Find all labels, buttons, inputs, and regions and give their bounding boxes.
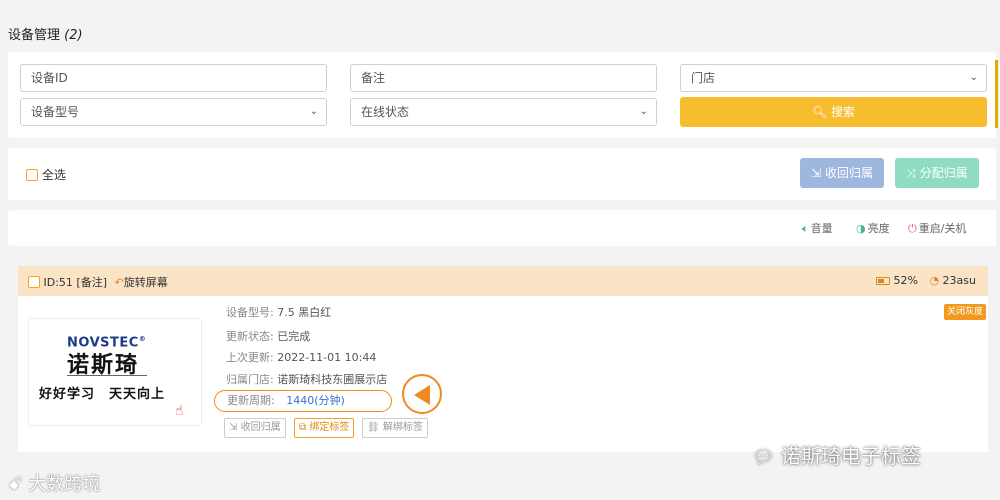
brightness-button[interactable]: ◑ 亮度 [856,220,890,236]
online-status-select[interactable]: 在线状态 ⌄ [350,98,657,126]
rotate-screen-button[interactable]: 旋转屏幕 [124,276,168,289]
brightness-label: 亮度 [867,222,890,235]
assign-ownership-label: 分配归属 [919,166,968,180]
info-label: 上次更新: [226,351,274,364]
device-checkbox[interactable] [28,276,40,288]
device-toolbar: 🔈︎ 音量 ◑ 亮度 ⏻ 重启/关机 [8,210,996,246]
watermark-logo-icon: ꗃ [8,474,23,495]
device-card-header: ID:51 [备注] ↶旋转屏幕 52% ◔ 23asu [18,266,988,296]
select-bar: 全选 ⇲ 收回归属 ⤨ 分配归属 [8,148,996,200]
online-status-label: 在线状态 [361,105,410,119]
info-label: 归属门店: [226,373,274,386]
device-count: (2) [64,28,83,43]
update-period-value[interactable]: 1440(分钟) [286,394,345,407]
volume-label: 音量 [810,222,833,235]
checkbox-icon [26,169,38,181]
power-icon: ⏻ [908,222,917,235]
rotate-icon[interactable]: ↶ [115,276,124,289]
arrow-left-icon [402,374,442,414]
info-last-update: 上次更新: 2022-11-01 10:44 [226,349,376,365]
chevron-down-icon: ⌄ [639,106,648,117]
watermark-right-text: 诺斯琦电子标签 [780,444,921,468]
shuffle-icon: ⤨ [906,166,916,180]
signal-label: 23asu [942,274,976,287]
link-icon: ⧉ [299,422,307,433]
store-select[interactable]: 门店 ⌄ [680,64,987,92]
watermark-right: 💬︎ 诺斯琦电子标签 [752,440,921,469]
chevron-down-icon: ⌄ [969,72,978,83]
search-button[interactable]: 🔍︎ 搜索 [680,97,987,127]
update-period: 更新周期: 1440(分钟) [214,390,392,412]
device-header-left: ID:51 [备注] ↶旋转屏幕 [28,274,168,290]
scroll-edge [995,60,998,128]
unlink-icon: ⛓ [367,422,380,433]
bind-tag-button[interactable]: ⧉ 绑定标签 [294,418,355,438]
info-value: 7.5 黑白红 [277,306,332,319]
restart-button[interactable]: ⏻ 重启/关机 [908,220,966,236]
restart-label: 重启/关机 [918,222,967,235]
recover-ownership-small-button[interactable]: ⇲ 收回归属 [224,418,286,438]
remark-input[interactable]: 备注 [350,64,657,92]
close-grayscale-button[interactable]: 关闭灰度 [943,304,986,320]
device-card-body: 关闭灰度 NOVSTEC® 诺斯琦 好好学习 天天向上 ☝︎ 设备型号: 7.5… [18,296,988,452]
info-update-status: 更新状态: 已完成 [226,328,310,344]
recover-icon: ⇲ [229,422,238,433]
info-value: 已完成 [277,330,311,343]
volume-button[interactable]: 🔈︎ 音量 [802,220,833,236]
select-all-label: 全选 [41,168,66,182]
info-label: 设备型号: [226,306,274,319]
unbind-tag-label: 解绑标签 [382,422,423,433]
bind-tag-label: 绑定标签 [309,422,350,433]
store-select-label: 门店 [691,71,716,85]
device-id-label: ID:51 [备注] [43,276,108,289]
volume-icon: 🔈︎ [802,222,809,235]
device-id-input[interactable]: 设备ID [20,64,327,92]
recover-ownership-label: 收回归属 [824,166,873,180]
small-recover-label: 收回归属 [240,422,281,433]
info-model: 设备型号: 7.5 黑白红 [226,304,331,320]
screen-slogan: 好好学习 天天向上 [39,387,166,402]
model-select[interactable]: 设备型号 ⌄ [20,98,327,126]
model-select-label: 设备型号 [31,105,80,119]
chevron-down-icon: ⌄ [309,106,318,117]
watermark-left: ꗃ 大数跨境 [8,470,100,496]
recover-icon: ⇲ [811,166,822,180]
filter-panel: 设备ID 备注 门店 ⌄ 设备型号 ⌄ 在线状态 ⌄ 🔍︎ 搜索 [8,52,998,138]
info-value: 诺斯琦科技东圃展示店 [277,373,388,386]
info-value: 2022-11-01 10:44 [277,351,377,364]
battery-level: 52% [893,274,918,287]
signal-icon: ◔ [929,274,940,287]
info-label: 更新状态: [226,330,274,343]
assign-ownership-button[interactable]: ⤨ 分配归属 [895,158,979,188]
brightness-icon: ◑ [856,222,866,235]
device-screen-preview: NOVSTEC® 诺斯琦 好好学习 天天向上 ☝︎ [28,318,202,426]
watermark-left-text: 大数跨境 [28,474,101,495]
select-all-checkbox[interactable]: 全选 [26,166,66,183]
search-button-label: 搜索 [831,105,856,119]
unbind-tag-button[interactable]: ⛓ 解绑标签 [362,418,428,438]
update-period-label: 更新周期: [227,394,275,407]
info-store: 归属门店: 诺斯琦科技东圃展示店 [226,371,387,387]
wechat-icon: 💬︎ [752,447,775,468]
page-title-text: 设备管理 [8,28,61,43]
page-title: 设备管理 (2) [8,24,83,43]
hand-pointer-icon: ☝︎ [175,403,184,419]
device-header-right: 52% ◔ 23asu [875,274,976,287]
search-icon: 🔍︎ [811,105,828,119]
recover-ownership-button[interactable]: ⇲ 收回归属 [800,158,884,188]
brand-divider [67,375,147,376]
battery-icon [875,277,890,285]
